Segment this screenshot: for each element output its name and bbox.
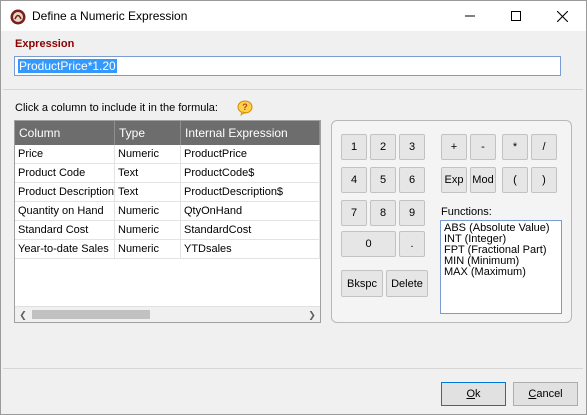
cell-column: Standard Cost (15, 221, 115, 240)
table-row[interactable]: Product Code Text ProductCode$ (15, 164, 320, 183)
minimize-icon (465, 15, 475, 17)
key-decimal[interactable]: . (399, 231, 425, 257)
cell-internal-expression: ProductCode$ (181, 164, 320, 183)
ok-button[interactable]: Ok (441, 382, 506, 406)
maximize-button[interactable] (493, 1, 539, 31)
cell-type: Numeric (115, 221, 181, 240)
key-exp[interactable]: Exp (441, 167, 467, 193)
cell-internal-expression: ProductPrice (181, 145, 320, 164)
key-close-paren[interactable]: ) (531, 167, 557, 193)
cell-type: Numeric (115, 202, 181, 221)
table-row[interactable]: Product Description Text ProductDescript… (15, 183, 320, 202)
cell-internal-expression: YTDsales (181, 240, 320, 259)
ok-accelerator: O (466, 388, 476, 400)
table-row[interactable]: Year-to-date Sales Numeric YTDsales (15, 240, 320, 259)
table-row[interactable]: Standard Cost Numeric StandardCost (15, 221, 320, 240)
key-plus[interactable]: + (441, 134, 467, 160)
cancel-accelerator: C (528, 388, 537, 400)
key-0[interactable]: 0 (341, 231, 396, 257)
cancel-label: ancel (536, 388, 563, 400)
header-internal-expression[interactable]: Internal Expression (181, 121, 320, 145)
table-row[interactable]: Price Numeric ProductPrice (15, 145, 320, 164)
header-column[interactable]: Column (15, 121, 115, 145)
key-2[interactable]: 2 (370, 134, 396, 160)
cell-column: Year-to-date Sales (15, 240, 115, 259)
key-3[interactable]: 3 (399, 134, 425, 160)
cell-column: Product Description (15, 183, 115, 202)
scroll-right-icon[interactable]: ❯ (304, 307, 320, 322)
key-4[interactable]: 4 (341, 167, 367, 193)
svg-text:?: ? (242, 102, 248, 112)
table-header: Column Type Internal Expression (15, 121, 320, 145)
key-divide[interactable]: / (531, 134, 557, 160)
app-logo-icon (10, 9, 26, 25)
help-icon[interactable]: ? (237, 100, 253, 116)
close-icon (556, 10, 568, 22)
expression-label: Expression (15, 38, 75, 50)
minimize-button[interactable] (447, 1, 493, 31)
cancel-button[interactable]: Cancel (513, 382, 578, 406)
key-multiply[interactable]: * (502, 134, 528, 160)
cell-column: Product Code (15, 164, 115, 183)
cell-internal-expression: StandardCost (181, 221, 320, 240)
function-item[interactable]: MAX (Maximum) (444, 267, 558, 278)
maximize-icon (511, 11, 521, 21)
divider (3, 89, 583, 90)
close-button[interactable] (539, 1, 585, 31)
cell-type: Numeric (115, 145, 181, 164)
cell-type: Text (115, 183, 181, 202)
functions-list[interactable]: ABS (Absolute Value) INT (Integer) FPT (… (440, 220, 562, 314)
horizontal-scrollbar[interactable]: ❮ ❯ (15, 306, 320, 322)
expression-value: ProductPrice*1.20 (18, 59, 117, 73)
key-7[interactable]: 7 (341, 200, 367, 226)
column-table: Column Type Internal Expression Price Nu… (14, 120, 321, 323)
key-5[interactable]: 5 (370, 167, 396, 193)
table-row[interactable]: Quantity on Hand Numeric QtyOnHand (15, 202, 320, 221)
scrollbar-thumb[interactable] (32, 310, 150, 319)
key-minus[interactable]: - (470, 134, 496, 160)
window-title: Define a Numeric Expression (32, 9, 188, 23)
cell-column: Price (15, 145, 115, 164)
ok-label: k (475, 388, 481, 400)
scroll-left-icon[interactable]: ❮ (15, 307, 31, 322)
dialog-window: Define a Numeric Expression Expression P… (0, 0, 587, 415)
cell-internal-expression: QtyOnHand (181, 202, 320, 221)
key-1[interactable]: 1 (341, 134, 367, 160)
delete-button[interactable]: Delete (386, 270, 428, 297)
cell-internal-expression: ProductDescription$ (181, 183, 320, 202)
header-type[interactable]: Type (115, 121, 181, 145)
cell-column: Quantity on Hand (15, 202, 115, 221)
key-mod[interactable]: Mod (470, 167, 496, 193)
keypad-panel: 1 2 3 4 5 6 7 8 9 0 . Bkspc Delete + - *… (331, 120, 572, 323)
backspace-button[interactable]: Bkspc (341, 270, 383, 297)
instruction-text: Click a column to include it in the form… (15, 102, 218, 114)
key-open-paren[interactable]: ( (502, 167, 528, 193)
key-9[interactable]: 9 (399, 200, 425, 226)
cell-type: Text (115, 164, 181, 183)
cell-type: Numeric (115, 240, 181, 259)
title-bar[interactable]: Define a Numeric Expression (1, 1, 586, 31)
key-8[interactable]: 8 (370, 200, 396, 226)
key-6[interactable]: 6 (399, 167, 425, 193)
expression-input[interactable]: ProductPrice*1.20 (14, 56, 561, 76)
functions-label: Functions: (441, 206, 492, 218)
divider (3, 368, 583, 369)
